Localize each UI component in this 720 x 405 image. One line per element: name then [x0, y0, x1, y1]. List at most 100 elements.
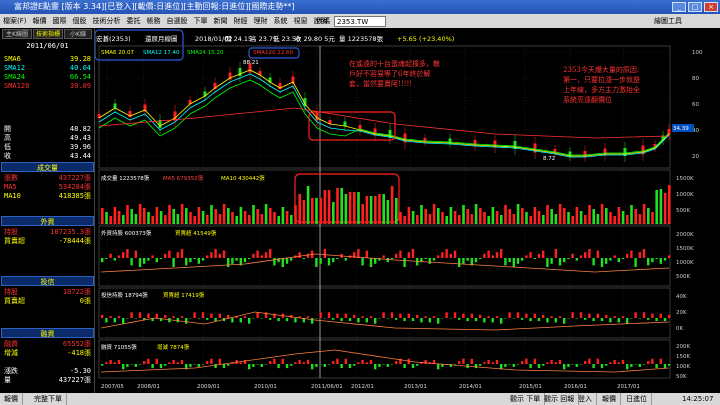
- margin-bar: [521, 361, 524, 364]
- volume-bar: [558, 204, 562, 224]
- trust-bar: [369, 316, 373, 318]
- foreign-bar: [600, 258, 604, 267]
- volume-axis-label: 1500K: [676, 176, 694, 182]
- volume-bar: [260, 214, 264, 224]
- margin-bar: [130, 364, 133, 365]
- foreign-bar: [487, 250, 490, 258]
- margin-bar: [592, 364, 595, 369]
- trust-bar: [357, 318, 360, 323]
- foreign-bar: [147, 258, 150, 261]
- volume-bar: [361, 204, 364, 224]
- volume-bar: [529, 216, 532, 224]
- close-button[interactable]: ×: [704, 2, 718, 12]
- annotation-line: 2353今天爆大量的原因:: [563, 66, 640, 74]
- volume-bar: [243, 211, 247, 224]
- volume-bar: [298, 194, 301, 224]
- status-bar: 報價 完整下單 觀示 下單 觀示 回報 登入 報價 日進位 14:25:07: [0, 393, 720, 405]
- margin-bar: [155, 358, 158, 364]
- foreign-bar: [134, 250, 137, 258]
- foreign-axis-label: 2000K: [676, 232, 694, 238]
- margin-bar: [315, 364, 318, 367]
- margin-bar: [248, 364, 251, 370]
- volume-bar: [315, 198, 318, 224]
- margin-bar: [168, 362, 171, 364]
- volume-bar: [630, 205, 633, 224]
- foreign-bar: [189, 258, 192, 263]
- margin-bar: [584, 361, 587, 364]
- volume-bar: [222, 204, 226, 224]
- status-time: 14:25:07: [682, 395, 714, 403]
- volume-bar: [134, 214, 138, 224]
- foreign-bar: [563, 258, 566, 263]
- margin-bar: [613, 359, 616, 364]
- status-order-tab[interactable]: 完整下單: [30, 393, 67, 405]
- maximize-button[interactable]: □: [688, 2, 702, 12]
- volume-bar: [390, 186, 394, 224]
- x-axis-label: 2015/01: [519, 384, 542, 390]
- trust-bar: [416, 314, 419, 318]
- foreign-legend: 外資持股 600373張: [101, 229, 152, 237]
- volume-bar: [155, 207, 159, 224]
- margin-bar: [340, 364, 343, 369]
- margin-bar: [256, 364, 259, 365]
- tab-small-k[interactable]: 小K線: [64, 29, 92, 39]
- volume-bar: [563, 208, 566, 224]
- foreign-bar: [390, 258, 394, 259]
- foreign-bar: [525, 255, 528, 258]
- margin-bar: [659, 358, 662, 364]
- foreign-bar: [386, 258, 389, 263]
- volume-bar: [235, 216, 238, 224]
- title-bar: 富邦證E點靈 [版本 3.34][已登入][載價:日進位][主動回報:日進位][…: [0, 0, 720, 14]
- trust-bar: [285, 318, 289, 322]
- foreign-bar: [235, 258, 238, 261]
- margin-bar: [579, 364, 583, 365]
- tab-indicators[interactable]: 技術指標: [33, 29, 63, 39]
- volume-bar: [248, 215, 251, 224]
- trust-legend: 投信持股 18794張: [101, 291, 148, 299]
- margin-bar: [642, 364, 646, 365]
- trust-bar: [512, 318, 515, 319]
- margin-bar: [395, 361, 398, 364]
- foreign-bar: [210, 252, 213, 258]
- volume-bar: [185, 208, 188, 224]
- x-axis-label: 2008/01: [137, 384, 160, 390]
- info-row: 買賣超 -78444張: [2, 236, 93, 246]
- trust-bar: [109, 316, 112, 318]
- trust-bar: [319, 312, 322, 318]
- foreign-bar: [302, 258, 305, 259]
- status-rounding: 日進位: [622, 393, 652, 405]
- margin-bar: [378, 364, 381, 367]
- toolbar: 代碼 2353.TW 繪圖工具: [0, 14, 720, 28]
- tab-main-k[interactable]: 主K線圖: [2, 29, 32, 39]
- trust-bar: [592, 318, 595, 322]
- margin-bar: [281, 358, 284, 364]
- foreign-bar: [126, 249, 129, 258]
- trust-bar: [117, 316, 121, 318]
- trust-bar: [403, 318, 406, 322]
- chart-area[interactable]: 2007/05 2008/01 2009/01 2010/01 2011/06/01 20…: [94, 28, 720, 393]
- date-text: 2011/06/01: [26, 42, 69, 50]
- foreign-bar: [113, 258, 116, 261]
- ma-legend-item: SMA12 17.40: [143, 50, 180, 56]
- status-quote-tab[interactable]: 報價: [0, 393, 23, 405]
- foreign-bar: [642, 249, 646, 258]
- trust-bar: [571, 312, 574, 318]
- trust-bar: [252, 318, 255, 319]
- volume-bar: [340, 188, 343, 224]
- info-value: -78444張: [58, 237, 91, 245]
- minimize-button[interactable]: _: [672, 2, 686, 12]
- foreign-bar: [596, 250, 599, 258]
- drawing-tools-menu[interactable]: 繪圖工具: [654, 16, 682, 26]
- trust-bar: [579, 312, 583, 318]
- foreign-axis-label: 1500K: [676, 246, 694, 252]
- margin-bar: [311, 364, 314, 370]
- volume-bar: [579, 211, 583, 224]
- trust-bar: [470, 313, 473, 318]
- volume-bar: [420, 205, 423, 224]
- foreign-axis-label: 1000K: [676, 260, 694, 266]
- stock-code-input[interactable]: 2353.TW: [334, 16, 386, 27]
- trough-price-label: 8.72: [543, 156, 555, 162]
- margin-bar: [302, 362, 305, 364]
- trust-bar: [546, 318, 549, 323]
- volume-bar: [332, 202, 335, 224]
